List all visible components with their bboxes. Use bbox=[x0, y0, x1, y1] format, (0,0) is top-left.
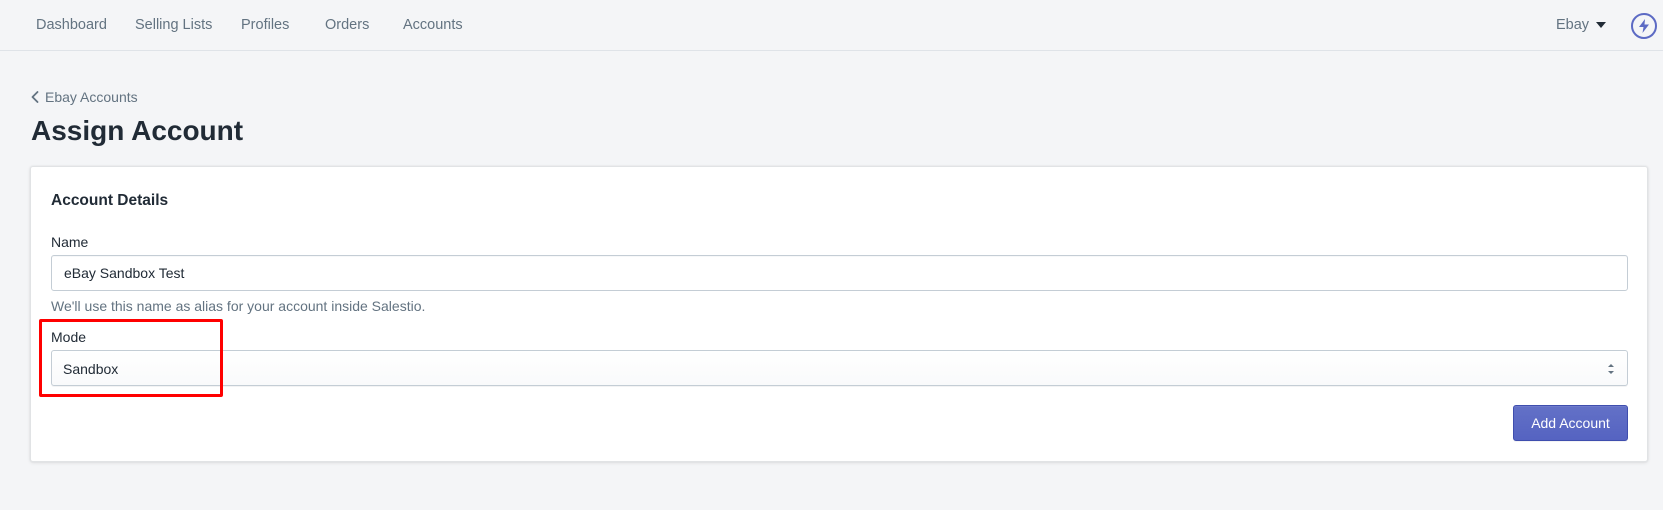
mode-select[interactable]: Sandbox bbox=[51, 350, 1628, 386]
lightning-bolt-icon bbox=[1639, 19, 1649, 33]
store-switcher-label: Ebay bbox=[1556, 17, 1590, 33]
name-field-label: Name bbox=[51, 234, 89, 250]
select-arrows-icon bbox=[1608, 364, 1614, 374]
nav-item-accounts[interactable]: Accounts bbox=[403, 17, 463, 33]
chevron-left-icon bbox=[31, 91, 39, 103]
mode-select-value: Sandbox bbox=[63, 361, 119, 377]
nav-item-orders[interactable]: Orders bbox=[325, 17, 369, 33]
mode-field-label: Mode bbox=[51, 329, 87, 345]
nav-item-dashboard[interactable]: Dashboard bbox=[36, 17, 107, 33]
account-details-card: Account Details Name We'll use this name… bbox=[30, 166, 1648, 462]
add-account-button[interactable]: Add Account bbox=[1513, 405, 1628, 441]
page-title: Assign Account bbox=[31, 115, 244, 146]
top-nav-bar: Dashboard Selling Lists Profiles Orders … bbox=[0, 0, 1663, 51]
nav-item-selling-lists[interactable]: Selling Lists bbox=[135, 17, 212, 33]
chevron-down-icon bbox=[1596, 22, 1607, 28]
breadcrumb-label: Ebay Accounts bbox=[45, 89, 138, 105]
name-help-text: We'll use this name as alias for your ac… bbox=[51, 298, 426, 314]
store-switcher[interactable]: Ebay bbox=[1556, 17, 1607, 33]
card-title: Account Details bbox=[51, 192, 169, 209]
lightning-bolt-button[interactable] bbox=[1631, 13, 1657, 39]
name-input[interactable] bbox=[51, 255, 1628, 291]
nav-item-profiles[interactable]: Profiles bbox=[241, 17, 289, 33]
breadcrumb-back-link[interactable]: Ebay Accounts bbox=[31, 89, 138, 105]
